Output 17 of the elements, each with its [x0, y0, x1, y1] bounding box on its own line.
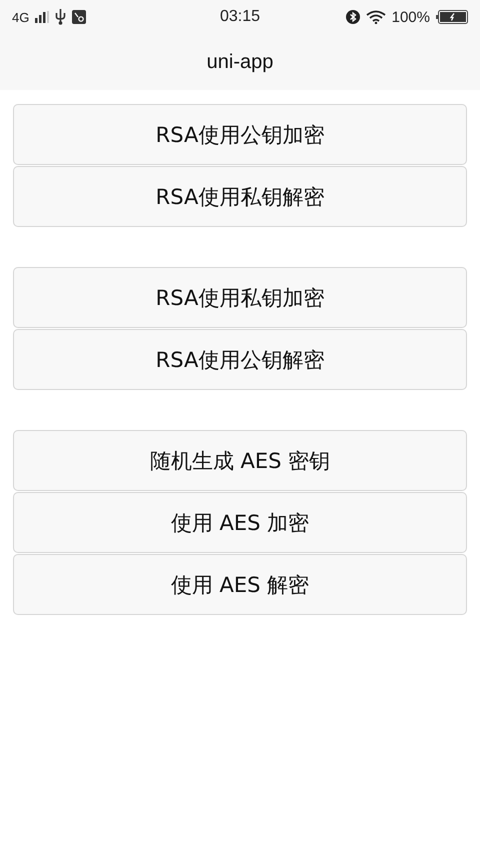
action-button[interactable]: RSA使用公钥加密: [13, 104, 467, 165]
signal-icon: [35, 11, 50, 23]
notification-icon: [72, 10, 86, 24]
network-label: 4G: [12, 10, 30, 24]
page-title: uni-app: [206, 50, 274, 74]
bluetooth-icon: [346, 10, 360, 24]
action-button[interactable]: 使用 AES 解密: [13, 554, 467, 615]
battery-icon: [436, 10, 468, 24]
wifi-icon: [366, 10, 386, 24]
usb-icon: [55, 9, 66, 25]
action-button[interactable]: RSA使用私钥解密: [13, 166, 467, 227]
action-button[interactable]: RSA使用私钥加密: [13, 267, 467, 328]
action-button[interactable]: 随机生成 AES 密钥: [13, 430, 467, 491]
clock: 03:15: [220, 8, 260, 26]
action-button[interactable]: RSA使用公钥解密: [13, 329, 467, 390]
battery-percent: 100%: [392, 8, 430, 26]
action-button[interactable]: 使用 AES 加密: [13, 492, 467, 553]
